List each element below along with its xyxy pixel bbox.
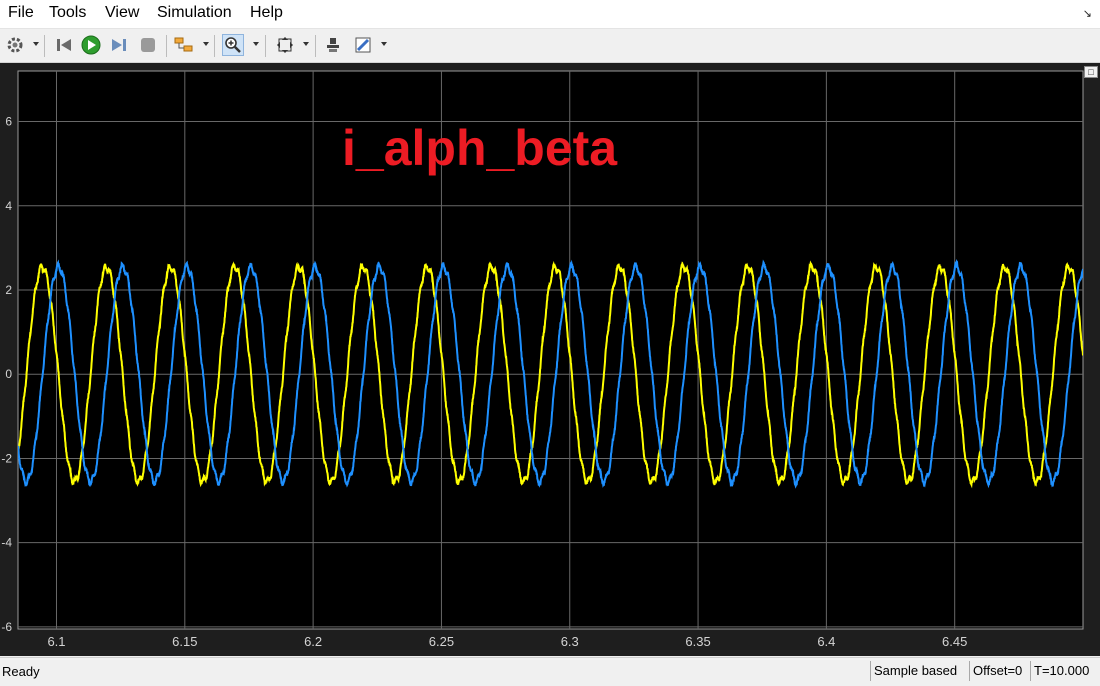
zoom-dropdown-icon[interactable] bbox=[253, 42, 259, 46]
x-tick-label: 6.15 bbox=[172, 634, 197, 649]
stop-icon[interactable] bbox=[137, 34, 159, 56]
x-tick-label: 6.3 bbox=[561, 634, 579, 649]
y-tick-label: -4 bbox=[1, 536, 12, 550]
style-dropdown-icon[interactable] bbox=[381, 42, 387, 46]
expand-axes-icon[interactable]: □ bbox=[1084, 66, 1098, 78]
step-back-icon[interactable] bbox=[53, 34, 75, 56]
scope-display: 6.1 6.15 6.2 6.25 6.3 6.35 6.4 6.45 -6 -4 -2 0 2 4 6 i… bbox=[0, 63, 1100, 656]
status-offset: Offset=0 bbox=[969, 661, 1030, 681]
signal-select-icon[interactable] bbox=[173, 34, 195, 56]
highlight-block-icon[interactable] bbox=[322, 34, 344, 56]
fit-axes-dropdown-icon[interactable] bbox=[303, 42, 309, 46]
y-tick-label: -6 bbox=[1, 620, 12, 634]
menu-bar: File Tools View Simulation Help ↘ bbox=[0, 0, 1100, 29]
status-time: T=10.000 bbox=[1030, 661, 1100, 681]
y-tick-label: 0 bbox=[5, 367, 12, 381]
settings-icon[interactable] bbox=[4, 34, 26, 56]
style-icon[interactable] bbox=[352, 34, 374, 56]
y-tick-label: 2 bbox=[5, 283, 12, 297]
x-tick-label: 6.45 bbox=[942, 634, 967, 649]
y-tick-label: -2 bbox=[1, 451, 12, 465]
menu-view[interactable]: View bbox=[105, 4, 139, 22]
status-sample-mode: Sample based bbox=[870, 661, 969, 681]
signal-select-dropdown-icon[interactable] bbox=[203, 42, 209, 46]
x-tick-label: 6.35 bbox=[685, 634, 710, 649]
x-tick-label: 6.25 bbox=[429, 634, 454, 649]
scope-plot[interactable]: 6.1 6.15 6.2 6.25 6.3 6.35 6.4 6.45 -6 -4 -2 0 2 4 6 i… bbox=[0, 63, 1100, 656]
menu-tools[interactable]: Tools bbox=[49, 4, 86, 22]
y-tick-label: 6 bbox=[5, 115, 12, 129]
status-bar: Ready Sample based Offset=0 T=10.000 bbox=[0, 657, 1100, 686]
step-forward-icon[interactable] bbox=[108, 34, 130, 56]
fit-axes-icon[interactable] bbox=[274, 34, 296, 56]
y-tick-label: 4 bbox=[5, 199, 12, 213]
x-tick-label: 6.1 bbox=[47, 634, 65, 649]
menu-simulation[interactable]: Simulation bbox=[157, 4, 232, 22]
status-ready: Ready bbox=[2, 664, 40, 679]
menu-help[interactable]: Help bbox=[250, 4, 283, 22]
menu-file[interactable]: File bbox=[8, 4, 34, 22]
zoom-in-icon[interactable] bbox=[222, 34, 244, 56]
toolbar bbox=[0, 29, 1100, 63]
undock-arrow-icon[interactable]: ↘ bbox=[1083, 7, 1092, 20]
x-tick-label: 6.4 bbox=[817, 634, 835, 649]
x-tick-label: 6.2 bbox=[304, 634, 322, 649]
run-icon[interactable] bbox=[80, 34, 102, 56]
chart-title: i_alph_beta bbox=[342, 120, 618, 176]
settings-dropdown-icon[interactable] bbox=[33, 42, 39, 46]
